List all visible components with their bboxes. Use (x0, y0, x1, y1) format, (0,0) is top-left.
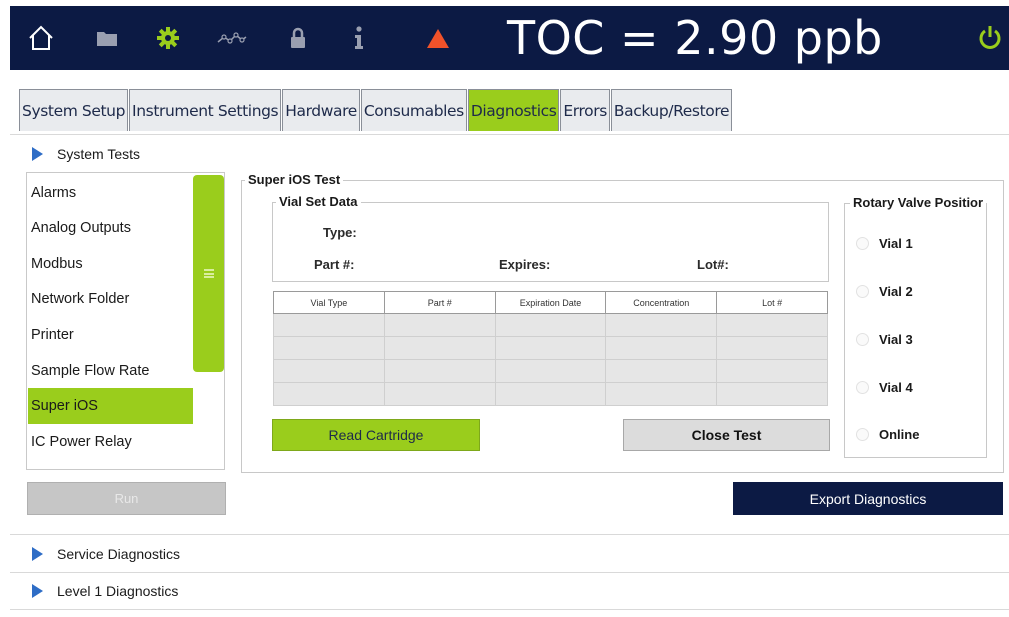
column-header: Part # (383, 291, 496, 314)
tab-errors[interactable]: Errors (560, 89, 610, 131)
radio-label: Vial 2 (879, 284, 913, 299)
list-item-ic-power-relay[interactable]: IC Power Relay (28, 424, 193, 460)
radio-circle-icon (856, 285, 869, 298)
vial-table: Vial Type Part # Expiration Date Concent… (273, 291, 828, 406)
tab-backup-restore[interactable]: Backup/Restore (610, 89, 733, 131)
gear-icon[interactable] (154, 18, 182, 58)
table-cell (273, 313, 385, 337)
part-number-label: Part #: (314, 257, 355, 272)
table-cell (383, 359, 496, 383)
table-row[interactable] (273, 359, 828, 383)
grip-icon (203, 269, 214, 278)
radio-circle-icon (856, 333, 869, 346)
expand-triangle-icon (32, 584, 43, 598)
radio-circle-icon (856, 381, 869, 394)
section-service-diagnostics[interactable]: Service Diagnostics (10, 534, 1009, 572)
table-cell (383, 313, 496, 337)
expand-triangle-icon (32, 146, 43, 161)
section-label: Service Diagnostics (57, 545, 180, 562)
table-row[interactable] (273, 313, 828, 337)
table-cell (383, 382, 496, 406)
radio-online[interactable]: Online (856, 427, 919, 442)
lot-number-label: Lot#: (697, 257, 729, 272)
radio-vial-1[interactable]: Vial 1 (856, 236, 913, 251)
section-level1-diagnostics[interactable]: Level 1 Diagnostics (10, 572, 1009, 610)
power-icon[interactable] (974, 18, 1006, 58)
radio-vial-4[interactable]: Vial 4 (856, 380, 913, 395)
header-bar: TOC = 2.90 ppb (10, 6, 1009, 70)
list-item-analog-outputs[interactable]: Analog Outputs (28, 210, 193, 246)
radio-label: Online (879, 427, 920, 442)
table-cell (605, 336, 718, 360)
tab-consumables[interactable]: Consumables (360, 89, 467, 131)
table-cell (273, 359, 385, 383)
list-item-alarms[interactable]: Alarms (28, 175, 193, 211)
type-label: Type: (323, 225, 357, 240)
tab-diagnostics[interactable]: Diagnostics (467, 89, 560, 131)
test-list: Alarms Analog Outputs Modbus Network Fol… (26, 172, 225, 470)
warning-icon[interactable] (424, 18, 452, 58)
table-cell (494, 313, 607, 337)
vial-set-data-title: Vial Set Data (276, 194, 361, 210)
radio-label: Vial 1 (879, 236, 913, 251)
radio-label: Vial 4 (879, 380, 913, 395)
super-ios-test-title: Super iOS Test (245, 172, 344, 188)
table-cell (383, 336, 496, 360)
radio-circle-icon (856, 237, 869, 250)
column-header: Concentration (605, 291, 718, 314)
table-cell (716, 336, 828, 360)
tab-hardware[interactable]: Hardware (282, 89, 360, 131)
radio-vial-3[interactable]: Vial 3 (856, 332, 913, 347)
toc-reading: TOC = 2.90 ppb (507, 11, 883, 65)
list-item-network-folder[interactable]: Network Folder (28, 281, 193, 317)
expires-label: Expires: (499, 257, 551, 272)
list-item-modbus[interactable]: Modbus (28, 246, 193, 282)
expand-triangle-icon (32, 546, 43, 561)
column-header: Expiration Date (494, 291, 607, 314)
table-cell (494, 382, 607, 406)
section-system-tests[interactable]: System Tests (10, 134, 1009, 172)
list-item-sample-flow-rate[interactable]: Sample Flow Rate (28, 353, 193, 389)
info-icon[interactable] (348, 18, 370, 58)
section-label: Level 1 Diagnostics (57, 583, 179, 599)
table-cell (494, 336, 607, 360)
table-cell (273, 336, 385, 360)
table-cell (273, 382, 385, 406)
section-label: System Tests (57, 145, 140, 162)
table-cell (605, 359, 718, 383)
folder-icon[interactable] (94, 18, 120, 58)
table-row[interactable] (273, 336, 828, 360)
read-cartridge-button[interactable]: Read Cartridge (272, 419, 480, 451)
trend-icon[interactable] (214, 18, 250, 58)
lock-icon[interactable] (286, 18, 310, 58)
radio-circle-icon (856, 428, 869, 441)
list-item-printer[interactable]: Printer (28, 317, 193, 353)
column-header: Vial Type (273, 291, 385, 314)
run-button[interactable]: Run (27, 482, 226, 515)
list-item-super-ios[interactable]: Super iOS (28, 388, 193, 424)
radio-label: Vial 3 (879, 332, 913, 347)
column-header: Lot # (716, 291, 828, 314)
table-cell (716, 313, 828, 337)
close-test-button[interactable]: Close Test (623, 419, 830, 451)
table-cell (716, 359, 828, 383)
table-cell (494, 359, 607, 383)
list-scrollbar-thumb[interactable] (193, 175, 224, 372)
vial-set-data-group (272, 202, 829, 282)
export-diagnostics-button[interactable]: Export Diagnostics (733, 482, 1003, 515)
tab-instrument-settings[interactable]: Instrument Settings (129, 89, 282, 131)
radio-vial-2[interactable]: Vial 2 (856, 284, 913, 299)
tab-system-setup[interactable]: System Setup (19, 89, 129, 131)
home-icon[interactable] (26, 18, 56, 58)
tab-bar: System Setup Instrument Settings Hardwar… (19, 89, 733, 131)
table-cell (605, 313, 718, 337)
table-cell (716, 382, 828, 406)
table-cell (605, 382, 718, 406)
rotary-valve-title: Rotary Valve Positior (850, 195, 987, 211)
table-row[interactable] (273, 382, 828, 406)
